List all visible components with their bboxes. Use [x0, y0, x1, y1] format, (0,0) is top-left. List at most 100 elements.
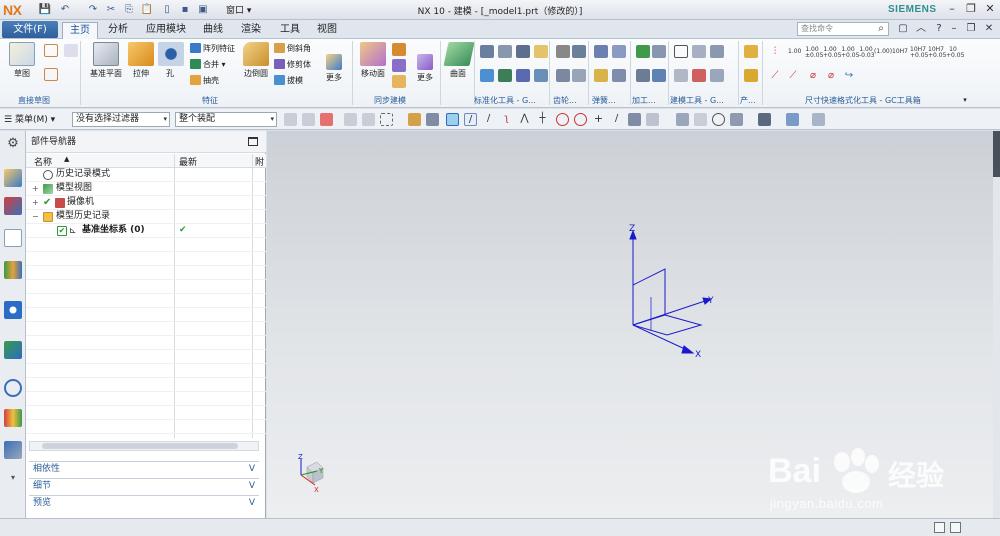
maximize-panel-icon[interactable] — [248, 137, 258, 146]
spring-tool-1-icon[interactable] — [594, 45, 608, 58]
tree-row-model-views[interactable]: + 模型视图 — [26, 182, 266, 196]
snap-midpoint-icon[interactable]: / — [482, 113, 495, 126]
unite-button[interactable]: 合并 ▾ — [190, 59, 226, 71]
sort-asc-icon[interactable]: ▲ — [64, 155, 69, 163]
edge-blend-button[interactable]: 边倒圆 — [240, 42, 272, 79]
tab-analysis[interactable]: 分析 — [102, 22, 134, 39]
show-hide-icon[interactable] — [812, 113, 825, 126]
modeling-tool-6-icon[interactable] — [710, 69, 724, 82]
more-resources-icon[interactable]: ▾ — [6, 471, 20, 485]
dim-label-5[interactable]: (1.00) — [874, 49, 892, 55]
diameter-2-icon[interactable]: ⌀ — [824, 69, 838, 82]
file-menu-button[interactable]: 文件(F) — [2, 21, 58, 38]
reuse-library-icon[interactable] — [4, 261, 22, 279]
std-tool-4-icon[interactable] — [480, 69, 494, 82]
palette-icon[interactable] — [4, 409, 22, 427]
dim-label-1[interactable]: 1.00 ±0.05 — [805, 47, 823, 59]
snap-point-icon[interactable]: + — [592, 113, 605, 126]
history-icon[interactable] — [4, 341, 22, 359]
settings-gear-icon[interactable]: ⚙ — [4, 135, 22, 153]
constraint-navigator-icon[interactable] — [4, 197, 22, 215]
dim-label-3[interactable]: 1.00 +0.05 — [841, 47, 859, 59]
clock-icon[interactable] — [4, 379, 22, 397]
pattern-feature-button[interactable]: 阵列特征 — [190, 43, 235, 55]
trim-body-button[interactable]: 修剪体 — [274, 59, 311, 71]
shell-button[interactable]: 抽壳 — [190, 75, 219, 87]
machining-tool-4-icon[interactable] — [652, 69, 666, 82]
filter-tool-2-icon[interactable] — [302, 113, 315, 126]
snap-on-curve-icon[interactable]: / — [610, 113, 623, 126]
std-tool-6-icon[interactable] — [516, 69, 530, 82]
move-face-button[interactable]: 移动面 — [358, 42, 388, 79]
tab-view[interactable]: 视图 — [312, 22, 342, 39]
machining-tool-3-icon[interactable] — [636, 69, 650, 82]
gear-tool-1-icon[interactable] — [556, 45, 570, 58]
dock-handle[interactable] — [993, 131, 1000, 177]
dim-tool-3-icon[interactable]: ⟋ — [786, 69, 800, 82]
extrude-button[interactable]: 拉伸 — [128, 42, 154, 79]
panel-preview[interactable]: 预览 V — [29, 495, 259, 510]
modeling-tool-1-icon[interactable] — [674, 45, 688, 58]
sync-tool-2-icon[interactable] — [392, 59, 406, 72]
std-tool-5-icon[interactable] — [498, 69, 512, 82]
selection-filter-select[interactable]: 没有选择过滤器 ▾ — [72, 112, 170, 127]
dim-label-6[interactable]: 10H7 — [892, 49, 908, 55]
snap-control-icon[interactable]: ⋀ — [518, 113, 531, 126]
snap-intersect-icon[interactable]: ┼ — [536, 113, 549, 126]
tree-row-model-history[interactable]: − 模型历史记录 — [26, 210, 266, 224]
dim-label-4[interactable]: 1.00 -0.03 — [859, 47, 875, 59]
menu-button[interactable]: ☰ 菜单(M) ▾ — [4, 112, 55, 125]
snap-bounded-icon[interactable] — [646, 113, 659, 126]
dropdown-icon[interactable] — [64, 44, 78, 57]
gear-tool-4-icon[interactable] — [572, 69, 586, 82]
tab-application[interactable]: 应用模块 — [140, 22, 192, 39]
part-navigator-icon[interactable] — [4, 229, 22, 247]
tab-home[interactable]: 主页 — [62, 22, 98, 39]
checkbox-checked-icon[interactable]: ✔ — [57, 226, 67, 236]
snap-arc-center-icon[interactable] — [556, 113, 569, 126]
view-zoom-icon[interactable] — [694, 113, 707, 126]
dim-arrow-icon[interactable]: ↪ — [842, 69, 856, 82]
expand-icon[interactable]: + — [32, 182, 39, 195]
panel-details[interactable]: 细节 V — [29, 478, 259, 493]
minimize-icon[interactable]: – — [945, 2, 959, 16]
snap-tool-2-icon[interactable] — [426, 113, 439, 126]
gear-tool-3-icon[interactable] — [556, 69, 570, 82]
window-layout-icon[interactable]: ▢ — [896, 22, 910, 36]
restore-doc-icon[interactable]: ❐ — [964, 22, 978, 36]
role-icon[interactable] — [4, 441, 22, 459]
machining-tool-1-icon[interactable] — [636, 45, 650, 58]
gear-tool-2-icon[interactable] — [572, 45, 586, 58]
filter-tool-1-icon[interactable] — [284, 113, 297, 126]
modeling-tool-3-icon[interactable] — [710, 45, 724, 58]
filter-tool-5-icon[interactable] — [362, 113, 375, 126]
std-tool-1-icon[interactable] — [480, 45, 494, 58]
tab-curve[interactable]: 曲线 — [198, 22, 228, 39]
more-feature-button[interactable]: 更多 — [322, 42, 346, 83]
tab-tools[interactable]: 工具 — [274, 22, 306, 39]
modeling-tool-5-icon[interactable] — [692, 69, 706, 82]
tree-row-cameras[interactable]: + ✔ 摄像机 — [26, 196, 266, 210]
edit-section-icon[interactable] — [786, 113, 799, 126]
datum-plane-button[interactable]: 基准平面 — [88, 42, 124, 79]
filter-tool-3-icon[interactable] — [320, 113, 333, 126]
view-fit-icon[interactable] — [676, 113, 689, 126]
restore-icon[interactable]: ❐ — [964, 2, 978, 16]
sketch-button[interactable]: 草图 — [8, 42, 36, 79]
dim-tool-1-icon[interactable]: ⫶ — [768, 45, 782, 58]
rotate-icon[interactable] — [712, 113, 725, 126]
snap-curve-icon[interactable]: ʅ — [500, 113, 513, 126]
spring-tool-4-icon[interactable] — [612, 69, 626, 82]
render-style-icon[interactable] — [758, 113, 771, 126]
dim-label-9[interactable]: 10 +0.05 — [946, 47, 964, 59]
surface-button[interactable]: 曲面 — [443, 42, 475, 79]
expand-icon[interactable]: + — [32, 196, 39, 209]
sync-tool-1-icon[interactable] — [392, 43, 406, 56]
tree-row-datum-csys[interactable]: ✔ ⊾ 基准坐标系 (0) ✔ — [26, 224, 266, 238]
ribbon-options-icon[interactable]: ▾ — [960, 95, 970, 105]
std-tool-2-icon[interactable] — [498, 45, 512, 58]
hole-button[interactable]: 孔 — [158, 42, 184, 79]
draft-button[interactable]: 拔模 — [274, 75, 303, 87]
extra-tool-1-icon[interactable] — [744, 45, 758, 58]
snap-active-icon[interactable] — [446, 113, 459, 126]
